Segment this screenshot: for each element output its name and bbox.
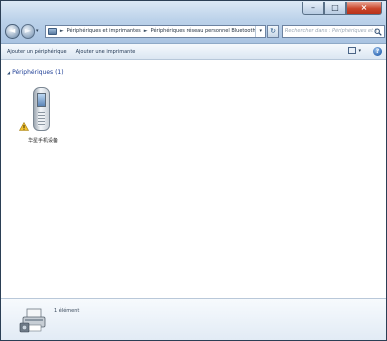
refresh-button[interactable]: ↻ <box>267 24 279 38</box>
change-view-button[interactable]: ▾ <box>348 47 361 54</box>
forward-button[interactable]: ► <box>20 23 36 39</box>
explorer-window: – □ × ◄ ► ▾ ► Périphériques et imprimant… <box>0 0 387 341</box>
view-dropdown-icon: ▾ <box>358 47 361 54</box>
address-bar[interactable]: ► Périphériques et imprimantes ► Périphé… <box>44 24 267 38</box>
title-bar: – □ × ◄ ► ▾ ► Périphériques et imprimant… <box>1 1 386 44</box>
navigation-row: ◄ ► ▾ ► Périphériques et imprimantes ► P… <box>5 22 385 40</box>
control-panel-icon <box>47 27 57 35</box>
caption-buttons: – □ × <box>302 2 382 16</box>
address-dropdown-button[interactable]: ▾ <box>255 25 265 37</box>
breadcrumb-separator[interactable]: ► <box>144 28 148 34</box>
breadcrumb-separator[interactable]: ► <box>60 28 64 34</box>
help-icon[interactable]: ? <box>373 47 382 56</box>
device-list: ◢ Périphériques (1) 华星手机设备 <box>1 61 386 298</box>
search-placeholder: Rechercher dans : Périphériques et im... <box>284 28 377 34</box>
recent-pages-dropdown[interactable]: ▾ <box>36 28 42 34</box>
add-printer-button[interactable]: Ajouter une imprimante <box>76 49 136 55</box>
device-label: 华星手机设备 <box>27 138 58 144</box>
mobile-phone-icon <box>33 87 50 131</box>
phone-screen <box>37 93 46 107</box>
add-device-button[interactable]: Ajouter un périphérique <box>7 49 67 55</box>
close-button[interactable]: × <box>346 2 382 15</box>
device-item[interactable]: 华星手机设备 <box>17 85 75 157</box>
command-bar: Ajouter un périphérique Ajouter une impr… <box>1 44 386 60</box>
minimize-button[interactable]: – <box>302 2 324 15</box>
group-label: Périphériques (1) <box>12 69 64 76</box>
search-icon[interactable] <box>374 28 382 36</box>
view-icon <box>348 47 357 54</box>
back-button[interactable]: ◄ <box>5 23 20 39</box>
group-header-devices[interactable]: ◢ Périphériques (1) <box>7 69 64 76</box>
phone-keypad <box>38 112 45 126</box>
item-count: 1 élément <box>54 308 80 314</box>
details-pane: 1 élément <box>1 298 386 340</box>
warning-icon <box>19 122 29 131</box>
devices-printers-icon <box>19 308 46 333</box>
search-input[interactable]: Rechercher dans : Périphériques et im... <box>281 24 385 38</box>
breadcrumb-bluetooth-pan[interactable]: Périphériques réseau personnel Bluetooth <box>151 28 256 34</box>
maximize-button[interactable]: □ <box>324 2 346 15</box>
breadcrumb-devices-printers[interactable]: Périphériques et imprimantes <box>67 28 141 34</box>
collapse-arrow-icon[interactable]: ◢ <box>7 70 10 75</box>
